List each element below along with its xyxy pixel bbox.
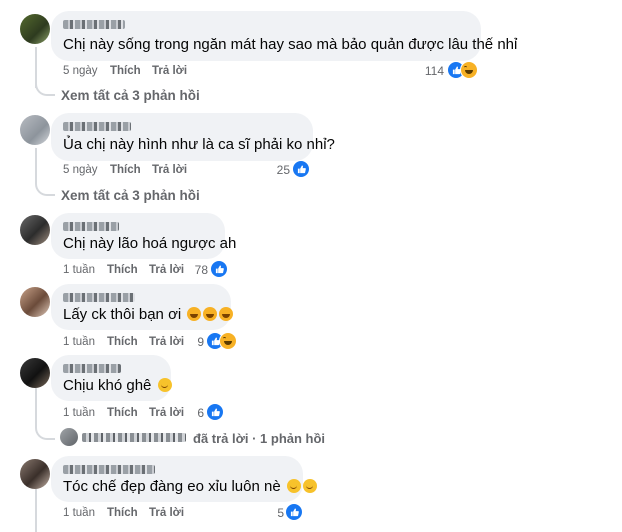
comment-text: Chị này sống trong ngăn mát hay sao mà b…	[63, 36, 518, 53]
like-icon[interactable]	[210, 260, 228, 278]
comment-text: Tóc chế đẹp đàng eo xỉu luôn nè	[63, 478, 317, 495]
thread-elbow	[35, 178, 55, 196]
avatar[interactable]	[20, 14, 50, 44]
reply-button[interactable]: Trả lời	[149, 507, 184, 519]
like-button[interactable]: Thích	[107, 407, 138, 419]
reply-button[interactable]: Trả lời	[149, 407, 184, 419]
haha-icon[interactable]	[460, 61, 478, 79]
like-button[interactable]: Thích	[110, 65, 141, 77]
comment-bubble: Chị này lão hoá ngược ah	[51, 213, 236, 259]
comment-bubble: Ủa chị này hình như là ca sĩ phải ko nhỉ…	[51, 113, 335, 161]
comment-text: Ủa chị này hình như là ca sĩ phải ko nhỉ…	[63, 136, 335, 153]
comment-time[interactable]: 1 tuần	[63, 264, 95, 276]
author-name[interactable]	[63, 465, 155, 474]
laughing-emoji-icon	[219, 307, 234, 321]
laughing-emoji-icon	[203, 307, 218, 321]
thread-line	[35, 485, 37, 532]
smiling-emoji-icon	[302, 479, 317, 493]
comment-time[interactable]: 5 ngày	[63, 65, 98, 77]
reply-summary-link[interactable]: đã trả lời · 1 phản hồi	[193, 431, 325, 446]
comment-bubble: Chị này sống trong ngăn mát hay sao mà b…	[51, 11, 517, 61]
comment-text: Lấy ck thôi bạn ơi	[63, 306, 234, 323]
laughing-emoji-icon	[187, 307, 202, 321]
avatar[interactable]	[20, 459, 50, 489]
comment-time[interactable]: 1 tuần	[63, 407, 95, 419]
thread-elbow	[35, 420, 55, 440]
reaction-count[interactable]: 114	[410, 64, 444, 78]
reply-avatar[interactable]	[60, 428, 78, 446]
reaction-count[interactable]: 25	[260, 163, 290, 177]
author-name[interactable]	[63, 222, 119, 231]
reaction-count[interactable]: 9	[190, 335, 204, 349]
like-icon[interactable]	[285, 503, 303, 521]
comment-text: Chị này lão hoá ngược ah	[63, 235, 237, 252]
avatar[interactable]	[20, 115, 50, 145]
like-icon[interactable]	[292, 160, 310, 178]
reaction-count[interactable]: 5	[270, 506, 284, 520]
grinning-emoji-icon	[157, 378, 172, 392]
view-replies-link[interactable]: Xem tất cả 3 phản hồi	[61, 88, 200, 103]
avatar[interactable]	[20, 215, 50, 245]
comment-time[interactable]: 5 ngày	[63, 164, 98, 176]
like-icon[interactable]	[206, 403, 224, 421]
like-button[interactable]: Thích	[107, 264, 138, 276]
author-name[interactable]	[63, 122, 131, 131]
like-button[interactable]: Thích	[107, 336, 138, 348]
like-button[interactable]: Thích	[110, 164, 141, 176]
reply-author-name[interactable]	[82, 433, 186, 442]
view-replies-link[interactable]: Xem tất cả 3 phản hồi	[61, 188, 200, 203]
like-button[interactable]: Thích	[107, 507, 138, 519]
comment-time[interactable]: 1 tuần	[63, 336, 95, 348]
reply-button[interactable]: Trả lời	[149, 336, 184, 348]
comment-bubble: Lấy ck thôi bạn ơi	[51, 284, 234, 330]
thread-elbow	[35, 78, 55, 96]
comment-bubble: Tóc chế đẹp đàng eo xỉu luôn nè	[51, 456, 317, 502]
reply-button[interactable]: Trả lời	[149, 264, 184, 276]
thread-line	[35, 385, 37, 425]
author-name[interactable]	[63, 364, 121, 373]
reaction-count[interactable]: 78	[180, 263, 208, 277]
avatar[interactable]	[20, 358, 50, 388]
smiling-emoji-icon	[286, 479, 301, 493]
comment-bubble: Chịu khó ghê	[51, 355, 172, 401]
author-name[interactable]	[63, 20, 125, 29]
comment-text: Chịu khó ghê	[63, 377, 172, 394]
reply-button[interactable]: Trả lời	[152, 65, 187, 77]
haha-icon[interactable]	[219, 332, 237, 350]
reply-button[interactable]: Trả lời	[152, 164, 187, 176]
reaction-count[interactable]: 6	[190, 406, 204, 420]
comment-time[interactable]: 1 tuần	[63, 507, 95, 519]
avatar[interactable]	[20, 287, 50, 317]
author-name[interactable]	[63, 293, 135, 302]
